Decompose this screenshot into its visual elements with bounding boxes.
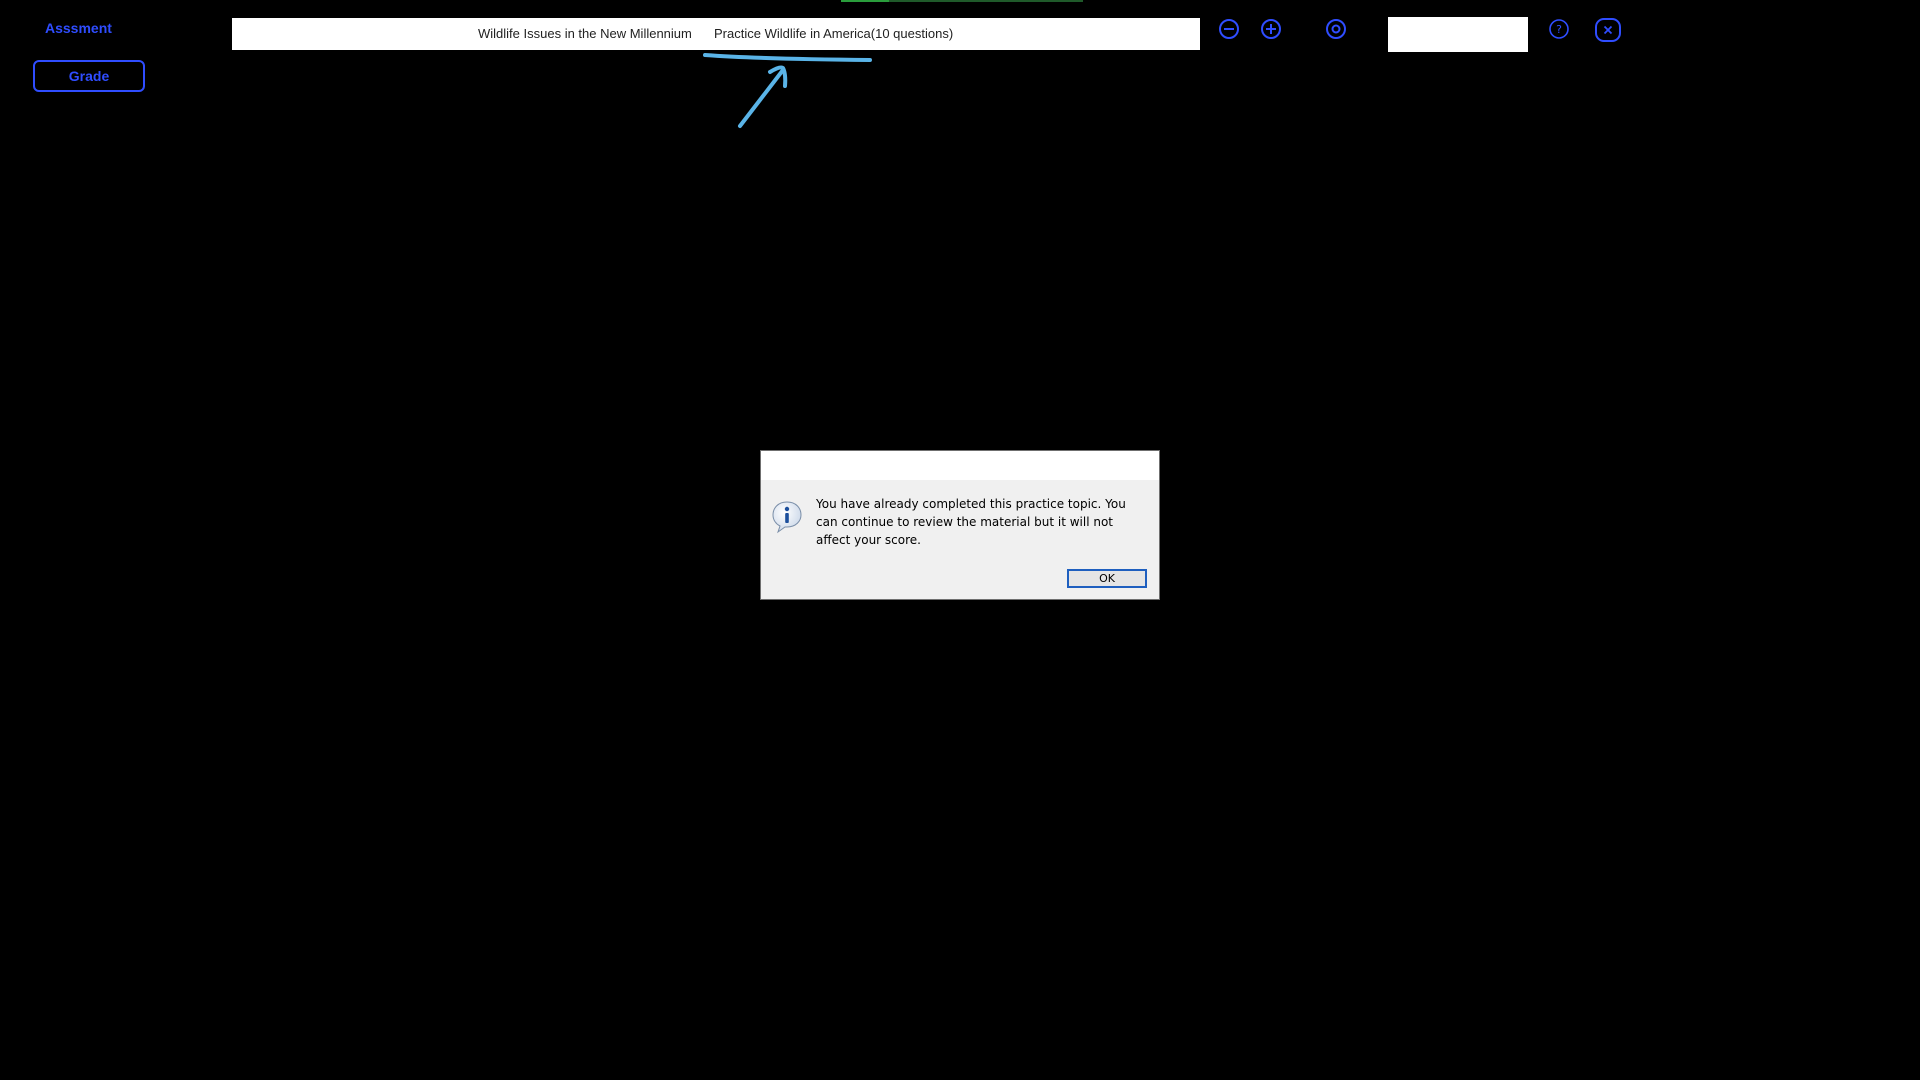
close-icon[interactable]	[1595, 18, 1621, 42]
zoom-out-icon[interactable]	[1218, 18, 1240, 40]
info-dialog: You have already completed this practice…	[760, 450, 1160, 600]
assessment-link[interactable]: Asssment	[45, 20, 112, 36]
app-root: Asssment Grade Wildlife Issues in the Ne…	[0, 0, 1920, 1080]
practice-topic-title[interactable]: Practice Wildlife in America(10 question…	[714, 26, 953, 41]
title-bar: Wildlife Issues in the New Millennium Pr…	[232, 18, 1200, 50]
page-title: Wildlife Issues in the New Millennium	[478, 26, 692, 41]
top-progress-fill	[841, 0, 889, 2]
grade-button[interactable]: Grade	[33, 60, 145, 92]
top-progress-accent	[841, 0, 1083, 2]
dialog-titlebar[interactable]	[761, 451, 1159, 480]
zoom-in-icon[interactable]	[1260, 18, 1282, 40]
info-icon	[769, 499, 805, 535]
search-input[interactable]	[1388, 17, 1528, 52]
dialog-message: You have already completed this practice…	[816, 497, 1126, 547]
ok-button[interactable]: OK	[1067, 569, 1147, 588]
help-icon[interactable]: ?	[1548, 18, 1570, 40]
settings-target-icon[interactable]	[1325, 18, 1347, 40]
svg-text:?: ?	[1556, 23, 1562, 36]
annotation-arrow	[703, 53, 872, 128]
